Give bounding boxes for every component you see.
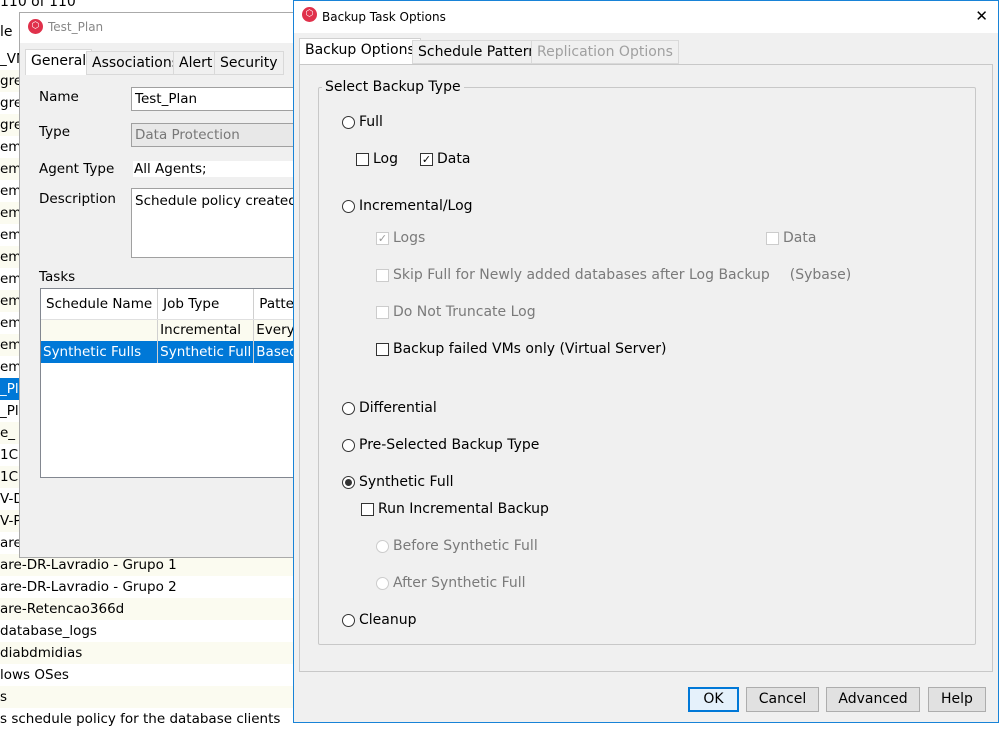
description-label: Description — [39, 191, 116, 207]
title-bar: ⬡ Backup Task Options ✕ — [294, 1, 998, 33]
option-full-data[interactable]: ✓ Data — [420, 151, 470, 167]
option-run-incremental[interactable]: Run Incremental Backup — [361, 501, 549, 517]
option-label: Before Synthetic Full — [393, 538, 538, 554]
tab-schedule-pattern[interactable]: Schedule Pattern — [412, 40, 544, 64]
cell — [41, 319, 159, 341]
agent-type-value: All Agents; — [133, 161, 303, 177]
option-cleanup[interactable]: Cleanup — [342, 612, 417, 628]
tab-associations[interactable]: Associations — [86, 51, 186, 75]
option-label: Full — [359, 114, 383, 130]
option-after-synth: After Synthetic Full — [376, 575, 526, 591]
list-item[interactable]: are-Retencao366d — [0, 598, 300, 620]
checkbox[interactable] — [376, 342, 389, 356]
group-label: Select Backup Type — [322, 79, 464, 95]
schedule-policy-window: ⬡ Test_Plan General Associations Alert S… — [19, 12, 303, 558]
cancel-button[interactable]: Cancel — [746, 687, 819, 712]
advanced-button[interactable]: Advanced — [826, 687, 920, 712]
description-input[interactable]: Schedule policy created a — [131, 188, 301, 258]
option-note: (Sybase) — [789, 267, 852, 283]
checkbox[interactable]: ✓ — [420, 152, 433, 166]
option-label: Pre-Selected Backup Type — [359, 437, 540, 453]
col-job-type[interactable]: Job Type — [157, 289, 255, 320]
list-item[interactable]: diabdmidias — [0, 642, 300, 664]
option-label: Data — [783, 230, 817, 246]
name-label: Name — [39, 89, 79, 105]
tab-backup-options[interactable]: Backup Options — [299, 38, 421, 64]
checkbox[interactable] — [356, 152, 369, 166]
option-label: Run Incremental Backup — [378, 501, 549, 517]
radio-button[interactable] — [342, 199, 355, 213]
tab-general[interactable]: General — [25, 49, 93, 75]
title-bar: ⬡ Test_Plan — [20, 13, 298, 43]
list-item[interactable]: are-DR-Lavradio - Grupo 2 — [0, 576, 300, 598]
option-differential[interactable]: Differential — [342, 400, 437, 416]
type-label: Type — [39, 124, 71, 140]
radio-button — [376, 576, 389, 590]
tasks-label: Tasks — [39, 269, 76, 285]
option-label: After Synthetic Full — [393, 575, 526, 591]
agent-type-label: Agent Type — [39, 161, 115, 177]
tab-security[interactable]: Security — [214, 51, 284, 75]
list-item[interactable]: lows OSes — [0, 664, 300, 686]
option-label: Cleanup — [359, 612, 417, 628]
option-label: Backup failed VMs only (Virtual Server) — [393, 341, 667, 357]
option-preselected[interactable]: Pre-Selected Backup Type — [342, 437, 539, 453]
tab-alert[interactable]: Alert — [173, 51, 219, 75]
tab-replication-options: Replication Options — [531, 40, 679, 64]
option-inc-logs: ✓ Logs — [376, 230, 425, 246]
list-item[interactable]: database_logs — [0, 620, 300, 642]
checkbox — [376, 268, 389, 282]
option-label: Skip Full for Newly added databases afte… — [393, 267, 770, 283]
option-label: Do Not Truncate Log — [393, 304, 536, 320]
col-schedule-name[interactable]: Schedule Name — [41, 289, 159, 320]
backup-type-group — [318, 87, 976, 645]
option-label: Incremental/Log — [359, 198, 473, 214]
option-inc-data: Data — [766, 230, 816, 246]
radio-button[interactable] — [342, 438, 355, 452]
checkbox — [376, 305, 389, 319]
radio-button[interactable] — [342, 475, 355, 489]
list-count: 110 of 110 — [0, 0, 76, 10]
backup-task-options-dialog: ⬡ Backup Task Options ✕ Backup Options S… — [293, 0, 999, 723]
radio-button — [376, 539, 389, 553]
option-full[interactable]: Full — [342, 114, 383, 130]
dialog-title: Backup Task Options — [322, 10, 446, 24]
ok-button[interactable]: OK — [688, 687, 739, 712]
list-item[interactable]: s schedule policy for the database clien… — [0, 708, 300, 730]
table-row[interactable]: Incremental Every da — [41, 319, 299, 341]
checkbox: ✓ — [376, 231, 389, 245]
table-header: Schedule Name Job Type Pattern — [41, 289, 299, 320]
help-button[interactable]: Help — [928, 687, 986, 712]
option-label: Log — [373, 151, 399, 167]
radio-button[interactable] — [342, 401, 355, 415]
option-label: Data — [437, 151, 471, 167]
option-incremental[interactable]: Incremental/Log — [342, 198, 473, 214]
list-column-header[interactable]: le — [0, 24, 13, 40]
list-item[interactable]: s — [0, 686, 300, 708]
radio-button[interactable] — [342, 115, 355, 129]
option-label: Synthetic Full — [359, 474, 454, 490]
cell: Synthetic Fulls — [41, 341, 159, 363]
option-before-synth: Before Synthetic Full — [376, 538, 538, 554]
option-synthetic[interactable]: Synthetic Full — [342, 474, 454, 490]
app-logo-icon: ⬡ — [302, 7, 317, 22]
app-logo-icon: ⬡ — [28, 19, 43, 34]
table-row-selected[interactable]: Synthetic Fulls Synthetic Full Based o — [41, 341, 299, 363]
option-failed-vms[interactable]: Backup failed VMs only (Virtual Server) — [376, 341, 667, 357]
option-skip-full: Skip Full for Newly added databases afte… — [376, 267, 851, 283]
radio-button[interactable] — [342, 613, 355, 627]
option-label: Logs — [393, 230, 426, 246]
name-input[interactable]: Test_Plan — [131, 87, 301, 111]
type-select: Data Protection — [131, 123, 301, 147]
cell: Incremental — [157, 319, 255, 341]
checkbox — [766, 231, 779, 245]
close-button[interactable]: ✕ — [975, 7, 988, 25]
tasks-table[interactable]: Schedule Name Job Type Pattern Increment… — [40, 288, 300, 478]
option-full-log[interactable]: Log — [356, 151, 398, 167]
window-title: Test_Plan — [48, 20, 104, 34]
cell: Synthetic Full — [157, 341, 255, 363]
checkbox[interactable] — [361, 502, 374, 516]
option-label: Differential — [359, 400, 437, 416]
option-no-truncate: Do Not Truncate Log — [376, 304, 536, 320]
